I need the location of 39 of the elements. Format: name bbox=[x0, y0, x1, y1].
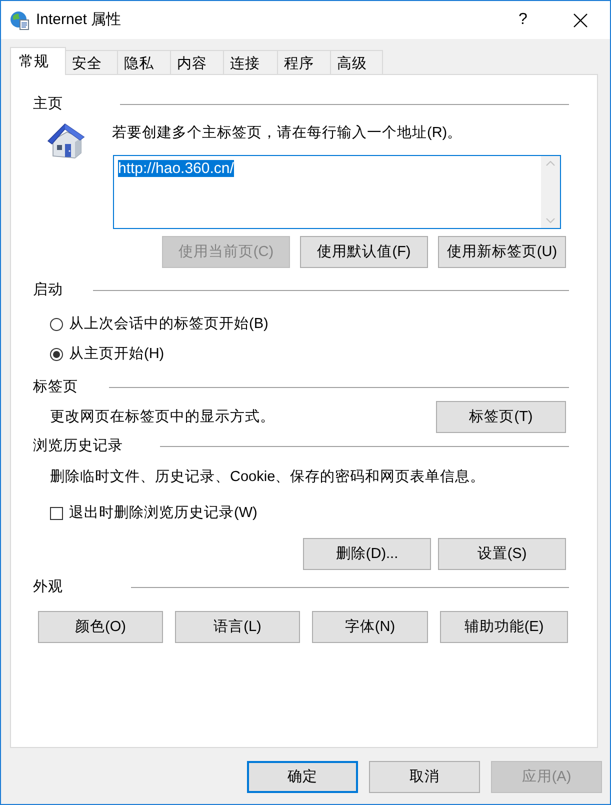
globe-icon bbox=[10, 10, 29, 30]
history-description: 删除临时文件、历史记录、Cookie、保存的密码和网页表单信息。 bbox=[50, 468, 486, 487]
appearance-button[interactable]: 颜色(O) bbox=[38, 611, 163, 643]
history-button[interactable]: 删除(D)... bbox=[303, 538, 431, 570]
tab[interactable]: 连接 bbox=[224, 50, 278, 75]
scroll-up-icon[interactable] bbox=[546, 161, 555, 166]
window-title: Internet 属性 bbox=[36, 10, 122, 30]
history-button[interactable]: 设置(S) bbox=[438, 538, 566, 570]
radio-option[interactable]: 从上次会话中的标签页开始(B) bbox=[50, 314, 268, 334]
close-icon bbox=[572, 12, 588, 28]
group-heading: 标签页 bbox=[33, 378, 79, 397]
group-heading: 浏览历史记录 bbox=[33, 437, 124, 456]
tab[interactable]: 内容 bbox=[171, 50, 224, 75]
tab[interactable]: 隐私 bbox=[118, 50, 171, 75]
address-text: http://hao.360.cn/ bbox=[118, 160, 234, 177]
scrollbar[interactable] bbox=[541, 156, 560, 228]
tab[interactable]: 常规 bbox=[10, 47, 66, 75]
home-page-button[interactable]: 使用默认值(F) bbox=[300, 236, 428, 268]
dialog-button[interactable]: 取消 bbox=[369, 761, 480, 793]
house-icon bbox=[45, 122, 85, 160]
group-heading: 启动 bbox=[33, 280, 64, 300]
home-page-button[interactable]: 使用新标签页(U) bbox=[438, 236, 566, 268]
scroll-down-icon[interactable] bbox=[546, 218, 555, 223]
group-heading: 主页 bbox=[33, 94, 64, 114]
help-button[interactable]: ? bbox=[500, 1, 546, 39]
appearance-button[interactable]: 辅助功能(E) bbox=[440, 611, 568, 643]
dialog-button[interactable]: 确定 bbox=[247, 761, 358, 793]
group-heading: 外观 bbox=[33, 578, 64, 597]
appearance-button[interactable]: 语言(L) bbox=[175, 611, 300, 643]
appearance-button[interactable]: 字体(N) bbox=[312, 611, 428, 643]
tabs-button[interactable]: 标签页(T) bbox=[436, 401, 566, 433]
home-page-hint: 若要创建多个主标签页，请在每行输入一个地址(R)。 bbox=[112, 124, 464, 143]
radio-option[interactable]: 从主页开始(H) bbox=[50, 344, 164, 364]
address-textarea[interactable]: http://hao.360.cn/ bbox=[113, 155, 561, 229]
tab[interactable]: 高级 bbox=[331, 50, 383, 75]
tab[interactable]: 安全 bbox=[66, 50, 118, 75]
tab-settings-description: 更改网页在标签页中的显示方式。 bbox=[50, 408, 275, 427]
checkbox-option[interactable]: 退出时删除浏览历史记录(W) bbox=[50, 503, 258, 523]
tab[interactable]: 程序 bbox=[278, 50, 331, 75]
